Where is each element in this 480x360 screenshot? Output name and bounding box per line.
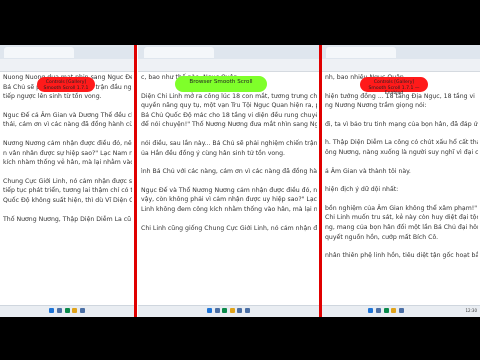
address-bar[interactable] <box>0 59 134 72</box>
text-line: h. Thập Diện Diễm La công có chút xấu hổ… <box>325 139 478 147</box>
browser-tab[interactable] <box>4 47 74 58</box>
browser-panel-middle: c, bao như thế nào, Nguc QuânDiện Chi Li… <box>138 45 319 317</box>
text-line: vậy, còn không phải vì cảm nhận được uy … <box>141 196 317 204</box>
edge-icon[interactable] <box>383 308 389 313</box>
taskbar-icons <box>322 308 450 313</box>
address-bar[interactable] <box>322 59 480 72</box>
system-tray[interactable]: 12:30 <box>465 308 477 314</box>
text-line: đi, ta vì bảo tru tinh mạng của bọn hân,… <box>325 120 478 128</box>
text-line: Thố Nương Nương, Thập Diện Diễm La cũ <box>3 215 132 223</box>
app-icon[interactable] <box>244 308 250 313</box>
search-icon[interactable] <box>56 308 62 313</box>
red-divider <box>319 45 322 317</box>
edge-icon[interactable] <box>64 308 70 313</box>
text-line: n vân nhân được sự hiệp sao?" Lạc Nam nh… <box>3 149 132 157</box>
text-line: Nương Nương cảm nhận được điều đó, nên s… <box>3 139 132 147</box>
text-line: thái, cám ơn vì các nàng đã đồng hành cù… <box>3 121 132 129</box>
taskbar-icons <box>138 308 319 313</box>
text-line: nhân thiên phệ linh hồn, tiêu diệt tận g… <box>325 252 478 260</box>
text-line: ông Nương, nàng xuống là người suy nghĩ … <box>325 148 478 156</box>
text-line: ả Âm Gian và thành tôi này. <box>325 167 411 175</box>
taskbar-icons <box>0 308 134 313</box>
text-line: Diện Chi Linh mở ra công lúc 18 con mắt,… <box>141 92 317 100</box>
text-line: Bá Chủ Quốc Độ mác cho 18 tầng vi diện đ… <box>141 111 317 119</box>
extension-label: Controls [Gallery] Smooth Scroll 1.7.1 <box>37 77 95 92</box>
text-line: ng, mang của bọn hân đối một lần Bá Chủ … <box>325 223 478 231</box>
screen-area: Nuong Nuong dua mat nhin sang Nguc ĐeBá … <box>0 45 480 317</box>
text-line: để nói chuyện!" Thố Nương Nương đưa mắt … <box>141 121 317 129</box>
taskbar <box>0 305 134 317</box>
folder-icon[interactable] <box>391 308 397 313</box>
app-icon[interactable] <box>398 308 404 313</box>
windows-start-icon[interactable] <box>49 308 55 313</box>
search-icon[interactable] <box>214 308 220 313</box>
text-line: Chung Cực Giới Linh, nó cảm nhận được sự… <box>3 177 132 185</box>
text-line: quyết nguồn hồn, cướp mất Bích Cô. <box>325 233 439 241</box>
text-line: Ngục Đế và Thổ Nương Nương cảm nhận được… <box>141 186 317 194</box>
text-line: bồn nghiệm của Âm Gian không thể xâm phạ… <box>325 204 478 212</box>
label-line-2: Smooth Scroll 1.7.1 <box>43 85 89 91</box>
tab-bar <box>0 45 134 60</box>
app-icon[interactable] <box>237 308 243 313</box>
article-text: nh, bao nhiêu Ngục Quânhiện tướng đồng .… <box>325 73 478 261</box>
text-line: Quốc Độ không suất hiện, thì dù Vĩ Diện … <box>3 196 132 204</box>
windows-start-icon[interactable] <box>207 308 213 313</box>
extension-label: Browser Smooth Scroll <box>175 76 267 92</box>
text-line: ình Bá Chủ với các nàng, cám ơn vì các n… <box>141 168 317 176</box>
folder-icon[interactable] <box>72 308 78 313</box>
taskbar: 12:30 <box>322 305 480 317</box>
article-text: Nuong Nuong dua mat nhin sang Nguc ĐeBá … <box>3 73 132 224</box>
text-line: ng Nương Nương trầm giọng nói: <box>325 102 427 110</box>
folder-icon[interactable] <box>229 308 235 313</box>
edge-icon[interactable] <box>222 308 228 313</box>
clock-time: 12:30 <box>465 308 477 313</box>
extension-label: Controls [Gallery] Smooth Scroll 1.7.1 —… <box>360 77 428 96</box>
label-line-1: Browser Smooth Scroll <box>189 79 253 85</box>
text-line: ủa Hắn đều đồng ý cùng hân sinh tử tồn v… <box>141 149 285 157</box>
text-line: kích nhàm thống vẻ hân, mà lại nhằm vào … <box>3 159 132 167</box>
windows-start-icon[interactable] <box>368 308 374 313</box>
text-line: tiếp ngược lên sinh từ tồn vong. <box>3 93 102 101</box>
app-icon[interactable] <box>79 308 85 313</box>
red-divider <box>134 45 137 317</box>
text-line: nói điều, sau lần này... Bá Chủ sẽ phải … <box>141 139 317 147</box>
browser-tab[interactable] <box>144 47 214 58</box>
text-line: Chi Linh muốn tru sát, kẻ này còn huy di… <box>325 214 478 222</box>
browser-panel-left: Nuong Nuong dua mat nhin sang Nguc ĐeBá … <box>0 45 134 317</box>
browser-tab[interactable] <box>326 47 396 58</box>
tab-bar <box>322 45 480 60</box>
text-line: Nguc Đế cả Âm Gian và Dương Thế đều chứn… <box>3 111 132 119</box>
text-line: tiếp tục phát triển, tương lai thậm chí … <box>3 187 132 195</box>
tab-bar <box>138 45 319 60</box>
text-line: quyền năng quy tụ, một vạn Tru Tội Ngục … <box>141 102 317 110</box>
taskbar <box>138 305 319 317</box>
label-line-2: Smooth Scroll 1.7.1 — Enabled <box>368 85 420 97</box>
address-bar[interactable] <box>138 59 319 72</box>
browser-panel-right: nh, bao nhiêu Ngục Quânhiện tướng đồng .… <box>322 45 480 317</box>
text-line: hiện địch ý dữ dội nhất: <box>325 186 399 194</box>
article-text: c, bao như thế nào, Nguc QuânDiện Chi Li… <box>141 73 317 233</box>
text-line: Linh không đem công kích nhằm thống vào … <box>141 205 317 213</box>
search-icon[interactable] <box>375 308 381 313</box>
text-line: Chi Linh cũng giống Chung Cực Giới Linh,… <box>141 224 317 232</box>
